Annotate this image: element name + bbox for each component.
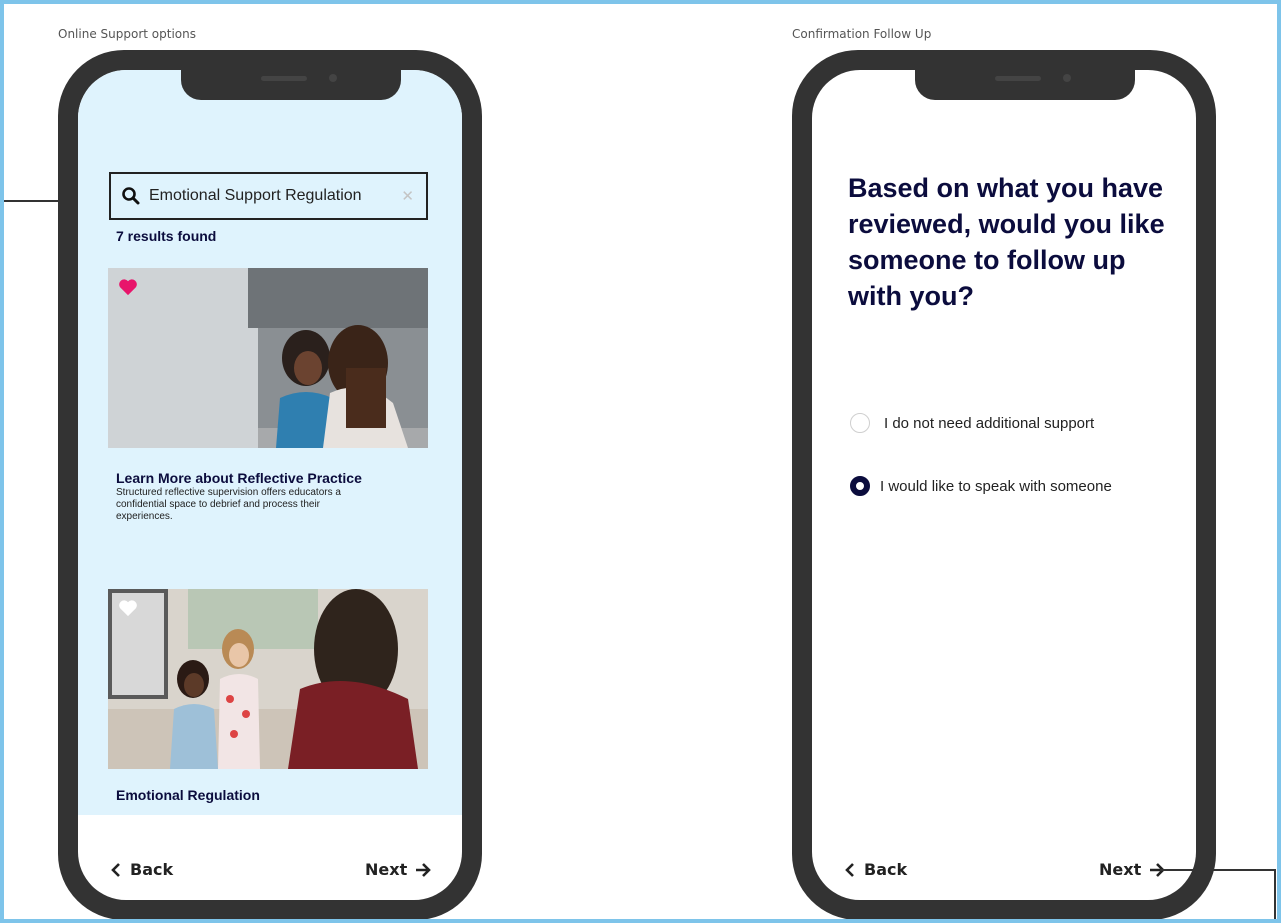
next-button[interactable]: Next — [1099, 860, 1166, 879]
search-input[interactable]: Emotional Support Regulation ✕ — [109, 172, 428, 220]
option-no-support[interactable]: I do not need additional support — [850, 413, 1094, 433]
back-label: Back — [864, 860, 908, 879]
chevron-left-icon — [845, 862, 854, 877]
photo-educators-talking — [108, 268, 428, 448]
speaker-grille — [995, 76, 1041, 81]
card-image-emotional-regulation[interactable] — [108, 589, 428, 769]
follow-up-question: Based on what you have reviewed, would y… — [848, 173, 1165, 311]
flow-connector-right — [1160, 869, 1275, 871]
front-camera — [329, 74, 337, 82]
chevron-left-icon — [111, 862, 120, 877]
phone-screen: Based on what you have reviewed, would y… — [812, 70, 1196, 900]
next-label: Next — [1099, 860, 1142, 879]
phone-notch — [181, 70, 401, 100]
option-speak-with-someone[interactable]: I would like to speak with someone — [850, 476, 1112, 496]
card-image-reflective-practice[interactable] — [108, 268, 428, 448]
phone-screen: Emotional Support Regulation ✕ 7 results… — [78, 70, 462, 900]
photo-classroom-children — [108, 589, 428, 769]
speaker-grille — [261, 76, 307, 81]
option-label: I do not need additional support — [884, 414, 1095, 432]
radio-selected[interactable] — [850, 476, 870, 496]
results-count: 7 results found — [116, 228, 217, 244]
front-camera — [1063, 74, 1071, 82]
heart-icon[interactable] — [118, 599, 138, 617]
card-title[interactable]: Emotional Regulation — [116, 787, 260, 803]
back-label: Back — [130, 860, 174, 879]
search-icon — [122, 187, 140, 205]
radio-unselected[interactable] — [850, 413, 870, 433]
back-button[interactable]: Back — [110, 860, 173, 879]
option-label: I would like to speak with someone — [880, 477, 1112, 495]
arrow-right-icon — [416, 862, 432, 877]
search-query-text[interactable]: Emotional Support Regulation — [149, 187, 401, 205]
close-icon[interactable]: ✕ — [401, 187, 414, 205]
heart-icon[interactable] — [118, 278, 138, 296]
card-title[interactable]: Learn More about Reflective Practice — [116, 470, 362, 486]
phone-online-support: Emotional Support Regulation ✕ 7 results… — [58, 50, 482, 920]
back-button[interactable]: Back — [844, 860, 907, 879]
frame-label-confirmation: Confirmation Follow Up — [792, 27, 932, 41]
card-description: Structured reflective supervision offers… — [116, 487, 341, 522]
frame-label-online-support: Online Support options — [58, 27, 196, 41]
flow-connector-right-vertical — [1274, 869, 1276, 923]
phone-confirmation: Based on what you have reviewed, would y… — [792, 50, 1216, 920]
phone-notch — [915, 70, 1135, 100]
next-label: Next — [365, 860, 408, 879]
next-button[interactable]: Next — [365, 860, 432, 879]
